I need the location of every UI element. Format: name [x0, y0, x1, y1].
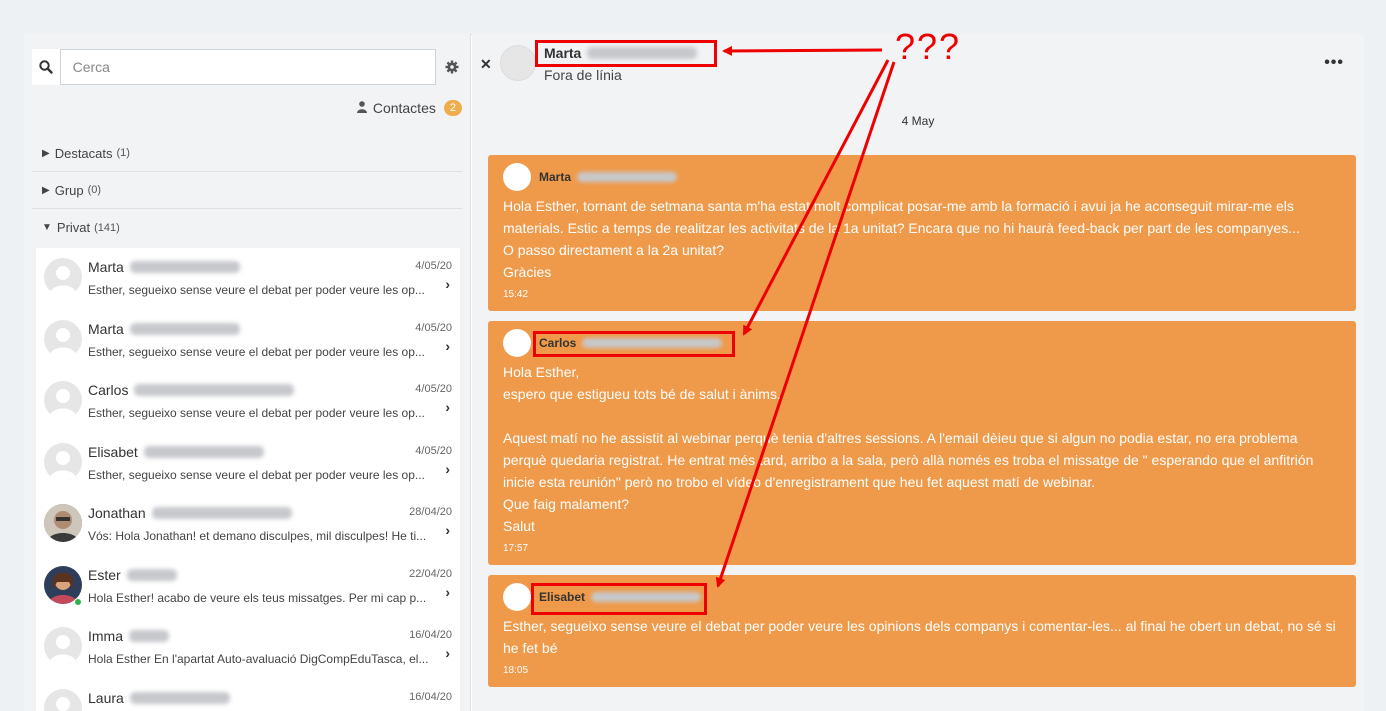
chevron-right-icon: › [445, 645, 450, 661]
caret-down-icon: ▼ [42, 222, 52, 233]
avatar [503, 329, 531, 357]
contacts-label: Contactes [372, 100, 436, 116]
avatar [500, 45, 536, 81]
section-count: (141) [94, 221, 120, 234]
chevron-right-icon: › [445, 399, 450, 415]
avatar [44, 258, 82, 296]
day-separator: 4 May [901, 114, 935, 128]
redacted-surname [143, 445, 264, 458]
conversation-preview: Esther, segueixo sense veure el debat pe… [88, 406, 425, 420]
conversation-item[interactable]: Imma 16/04/20 Hola Esther En l'apartat A… [36, 617, 460, 679]
annotation-box-elisabet [531, 583, 707, 615]
annotation-box-header [535, 40, 717, 67]
conversation-name: Marta [88, 259, 124, 275]
close-icon[interactable]: ✕ [480, 56, 492, 73]
contacts-count-badge: 2 [443, 100, 462, 116]
chevron-right-icon: › [445, 522, 450, 538]
conversation-preview: Hola Esther! acabo de veure els teus mis… [88, 590, 427, 605]
contacts-link[interactable]: Contactes 2 [356, 100, 462, 116]
redacted-surname [577, 172, 678, 182]
conversation-item[interactable]: Elisabet 4/05/20 Esther, segueixo sense … [36, 433, 460, 495]
message-bubble: Carlos Hola Esther, espero que estigueu … [488, 321, 1356, 565]
section-count: (0) [87, 184, 102, 196]
conversation-name: Ester [88, 566, 121, 583]
redacted-surname [126, 568, 177, 581]
more-options-icon[interactable]: ••• [1324, 54, 1344, 72]
chevron-right-icon: › [445, 460, 450, 477]
caret-right-icon: ▶ [42, 147, 50, 159]
avatar [503, 583, 531, 611]
caret-right-icon: ▶ [42, 184, 50, 196]
section-privat[interactable]: ▼ Privat (141) [32, 209, 462, 246]
conversation-date: 4/05/20 [415, 444, 452, 457]
section-label: Privat [56, 220, 91, 235]
message-time: 15:42 [503, 289, 529, 300]
annotation-question-marks: ??? [895, 26, 962, 67]
avatar [44, 381, 82, 419]
chevron-right-icon: › [445, 707, 450, 711]
conversation-name: Elisabet [88, 443, 138, 460]
avatar [44, 442, 82, 481]
conversation-item[interactable]: Laura 16/04/20 › [36, 679, 460, 711]
conversation-preview: Esther, segueixo sense veure el debat pe… [88, 467, 425, 482]
conversation-item[interactable]: Ester 22/04/20 Hola Esther! acabo de veu… [36, 556, 460, 618]
avatar [44, 319, 82, 358]
conversation-date: 4/05/20 [415, 321, 452, 334]
conversation-name: Imma [88, 628, 123, 644]
redacted-surname [129, 691, 230, 704]
section-label: Destacats [54, 145, 113, 161]
section-count: (1) [116, 147, 130, 159]
conversation-preview: Esther, segueixo sense veure el debat pe… [88, 344, 425, 359]
message-bubble: Marta Hola Esther, tornant de setmana sa… [488, 155, 1356, 311]
conversation-item[interactable]: Carlos 4/05/20 Esther, segueixo sense ve… [36, 371, 460, 433]
person-icon [356, 100, 367, 116]
conversation-preview: Vós: Hola Jonathan! et demano disculpes,… [88, 529, 427, 543]
message-sender: Marta [539, 170, 572, 184]
avatar [44, 688, 82, 711]
redacted-surname [134, 384, 295, 396]
conversation-preview: Esther, segueixo sense veure el debat pe… [88, 283, 425, 297]
message-text: Esther, segueixo sense veure el debat pe… [503, 618, 1336, 656]
section-destacats[interactable]: ▶ Destacats (1) [32, 135, 462, 172]
contact-status: Fora de línia [544, 67, 622, 83]
section-label: Grup [54, 182, 84, 198]
search-input[interactable]: Cerca [59, 49, 437, 85]
chevron-right-icon: › [445, 337, 450, 354]
message-text: Hola Esther, espero que estigueu tots bé… [503, 364, 1314, 534]
avatar [44, 504, 82, 542]
conversation-item[interactable]: Marta 4/05/20 Esther, segueixo sense veu… [36, 248, 460, 310]
conversation-name: Marta [88, 320, 124, 337]
chevron-right-icon: › [445, 583, 450, 600]
online-status-dot [74, 597, 82, 606]
conversation-date: 22/04/20 [409, 567, 452, 580]
annotation-box-carlos [533, 331, 735, 357]
redacted-surname [151, 507, 292, 519]
avatar [503, 163, 531, 191]
conversation-date: 16/04/20 [409, 690, 452, 703]
conversation-date: 28/04/20 [409, 506, 452, 518]
redacted-surname [129, 322, 240, 335]
conversation-preview: Hola Esther En l'apartat Auto-avaluació … [88, 652, 429, 666]
message-time: 17:57 [503, 543, 529, 554]
redacted-surname [129, 261, 240, 273]
conversation-panel: Cerca Contactes 2 ▶ Destacats (1) ▶ Grup… [24, 34, 471, 711]
conversation-name: Carlos [88, 382, 129, 398]
message-text: Hola Esther, tornant de setmana santa m'… [503, 198, 1300, 280]
search-icon[interactable] [32, 49, 60, 85]
chevron-right-icon: › [445, 276, 450, 292]
conversation-item[interactable]: Marta 4/05/20 Esther, segueixo sense veu… [36, 310, 460, 372]
conversation-date: 4/05/20 [415, 260, 452, 272]
conversation-name: Laura [88, 689, 124, 706]
avatar [44, 627, 82, 665]
conversation-item[interactable]: Jonathan 28/04/20 Vós: Hola Jonathan! et… [36, 494, 460, 556]
message-time: 18:05 [503, 665, 529, 676]
conversation-list: Marta 4/05/20 Esther, segueixo sense veu… [36, 248, 460, 711]
redacted-surname [129, 630, 169, 642]
conversation-date: 16/04/20 [409, 629, 452, 641]
section-grup[interactable]: ▶ Grup (0) [32, 172, 462, 209]
conversation-date: 4/05/20 [415, 383, 452, 395]
gear-icon[interactable] [440, 49, 464, 85]
conversation-name: Jonathan [88, 505, 146, 521]
search-row: Cerca [32, 49, 464, 85]
